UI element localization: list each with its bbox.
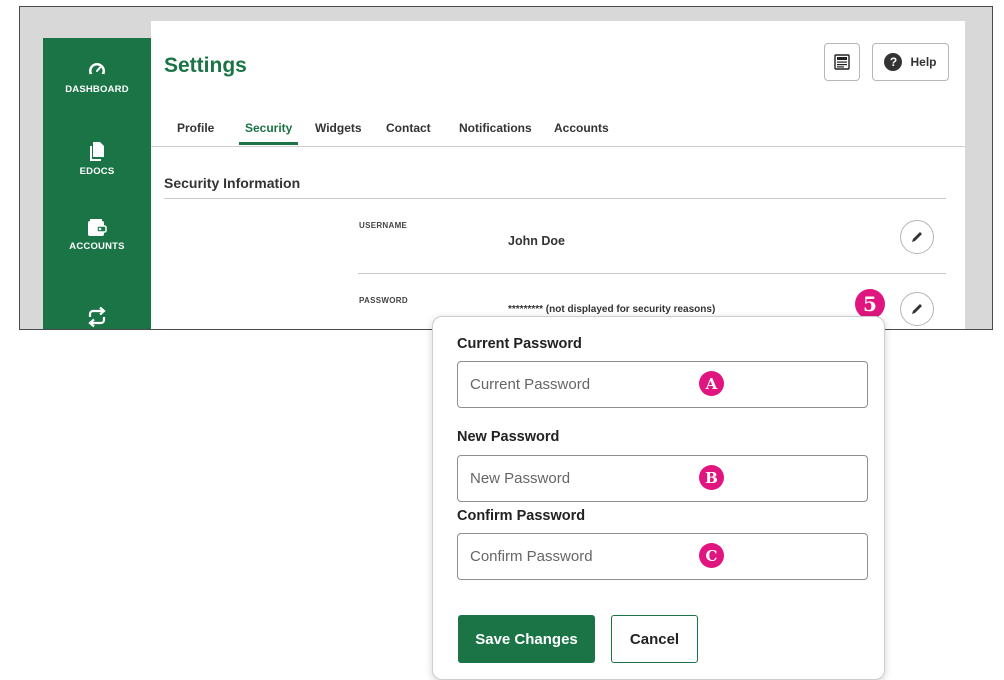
sidebar-item-accounts[interactable]: ACCOUNTS bbox=[43, 219, 151, 252]
current-password-label: Current Password bbox=[457, 336, 582, 352]
sidebar-item-dashboard[interactable]: DASHBOARD bbox=[43, 62, 151, 95]
sidebar-item-label: ACCOUNTS bbox=[69, 241, 125, 252]
section-title: Security Information bbox=[164, 175, 301, 191]
step-marker-a: A bbox=[699, 371, 724, 396]
cancel-button[interactable]: Cancel bbox=[611, 615, 698, 663]
settings-tabs: Profile Security Widgets Contact Notific… bbox=[151, 121, 965, 147]
sidebar-item-edocs[interactable]: EDOCS bbox=[43, 142, 151, 177]
sidebar-item-transfers[interactable] bbox=[43, 306, 151, 328]
confirm-password-label: Confirm Password bbox=[457, 508, 586, 524]
sidebar-item-label: DASHBOARD bbox=[65, 84, 129, 95]
password-value: ********* (not displayed for security re… bbox=[508, 304, 716, 315]
new-password-input[interactable] bbox=[457, 455, 868, 502]
edit-password-button[interactable] bbox=[900, 292, 934, 326]
sidebar: DASHBOARD EDOCS ACCOUNTS bbox=[43, 38, 151, 329]
print-icon bbox=[834, 54, 850, 70]
username-label: USERNAME bbox=[359, 221, 408, 230]
settings-panel: Settings ? Help Profile Security Widgets… bbox=[151, 21, 965, 329]
speedometer-icon bbox=[89, 63, 105, 79]
username-value: John Doe bbox=[508, 234, 565, 248]
print-button[interactable] bbox=[824, 43, 860, 81]
pencil-icon bbox=[912, 304, 922, 314]
tab-security[interactable]: Security bbox=[238, 121, 299, 145]
divider bbox=[358, 273, 946, 274]
tab-widgets[interactable]: Widgets bbox=[315, 121, 362, 135]
new-password-label: New Password bbox=[457, 429, 560, 445]
help-icon: ? bbox=[884, 53, 903, 71]
edit-username-button[interactable] bbox=[900, 220, 934, 254]
wallet-icon bbox=[88, 219, 107, 236]
pencil-icon bbox=[912, 232, 922, 242]
help-label: Help bbox=[910, 55, 937, 69]
step-marker-5: 5 bbox=[855, 289, 885, 319]
sidebar-item-label: EDOCS bbox=[79, 166, 115, 177]
confirm-password-input[interactable] bbox=[457, 533, 868, 580]
current-password-input[interactable] bbox=[457, 361, 868, 408]
save-changes-button[interactable]: Save Changes bbox=[458, 615, 595, 663]
transfer-icon bbox=[88, 306, 106, 328]
app-screenshot-frame: DASHBOARD EDOCS ACCOUNTS Settings ? Help… bbox=[19, 6, 993, 330]
help-button[interactable]: ? Help bbox=[872, 43, 949, 81]
password-label: PASSWORD bbox=[359, 296, 408, 305]
step-marker-b: B bbox=[699, 465, 724, 490]
divider bbox=[164, 198, 946, 199]
page-title: Settings bbox=[164, 54, 247, 77]
step-marker-c: C bbox=[699, 543, 724, 568]
tab-accounts[interactable]: Accounts bbox=[554, 121, 609, 135]
documents-icon bbox=[90, 142, 104, 161]
tab-contact[interactable]: Contact bbox=[386, 121, 431, 135]
tab-profile[interactable]: Profile bbox=[177, 121, 214, 135]
change-password-popup: Current Password A New Password B Confir… bbox=[432, 316, 885, 680]
tab-notifications[interactable]: Notifications bbox=[459, 121, 532, 135]
